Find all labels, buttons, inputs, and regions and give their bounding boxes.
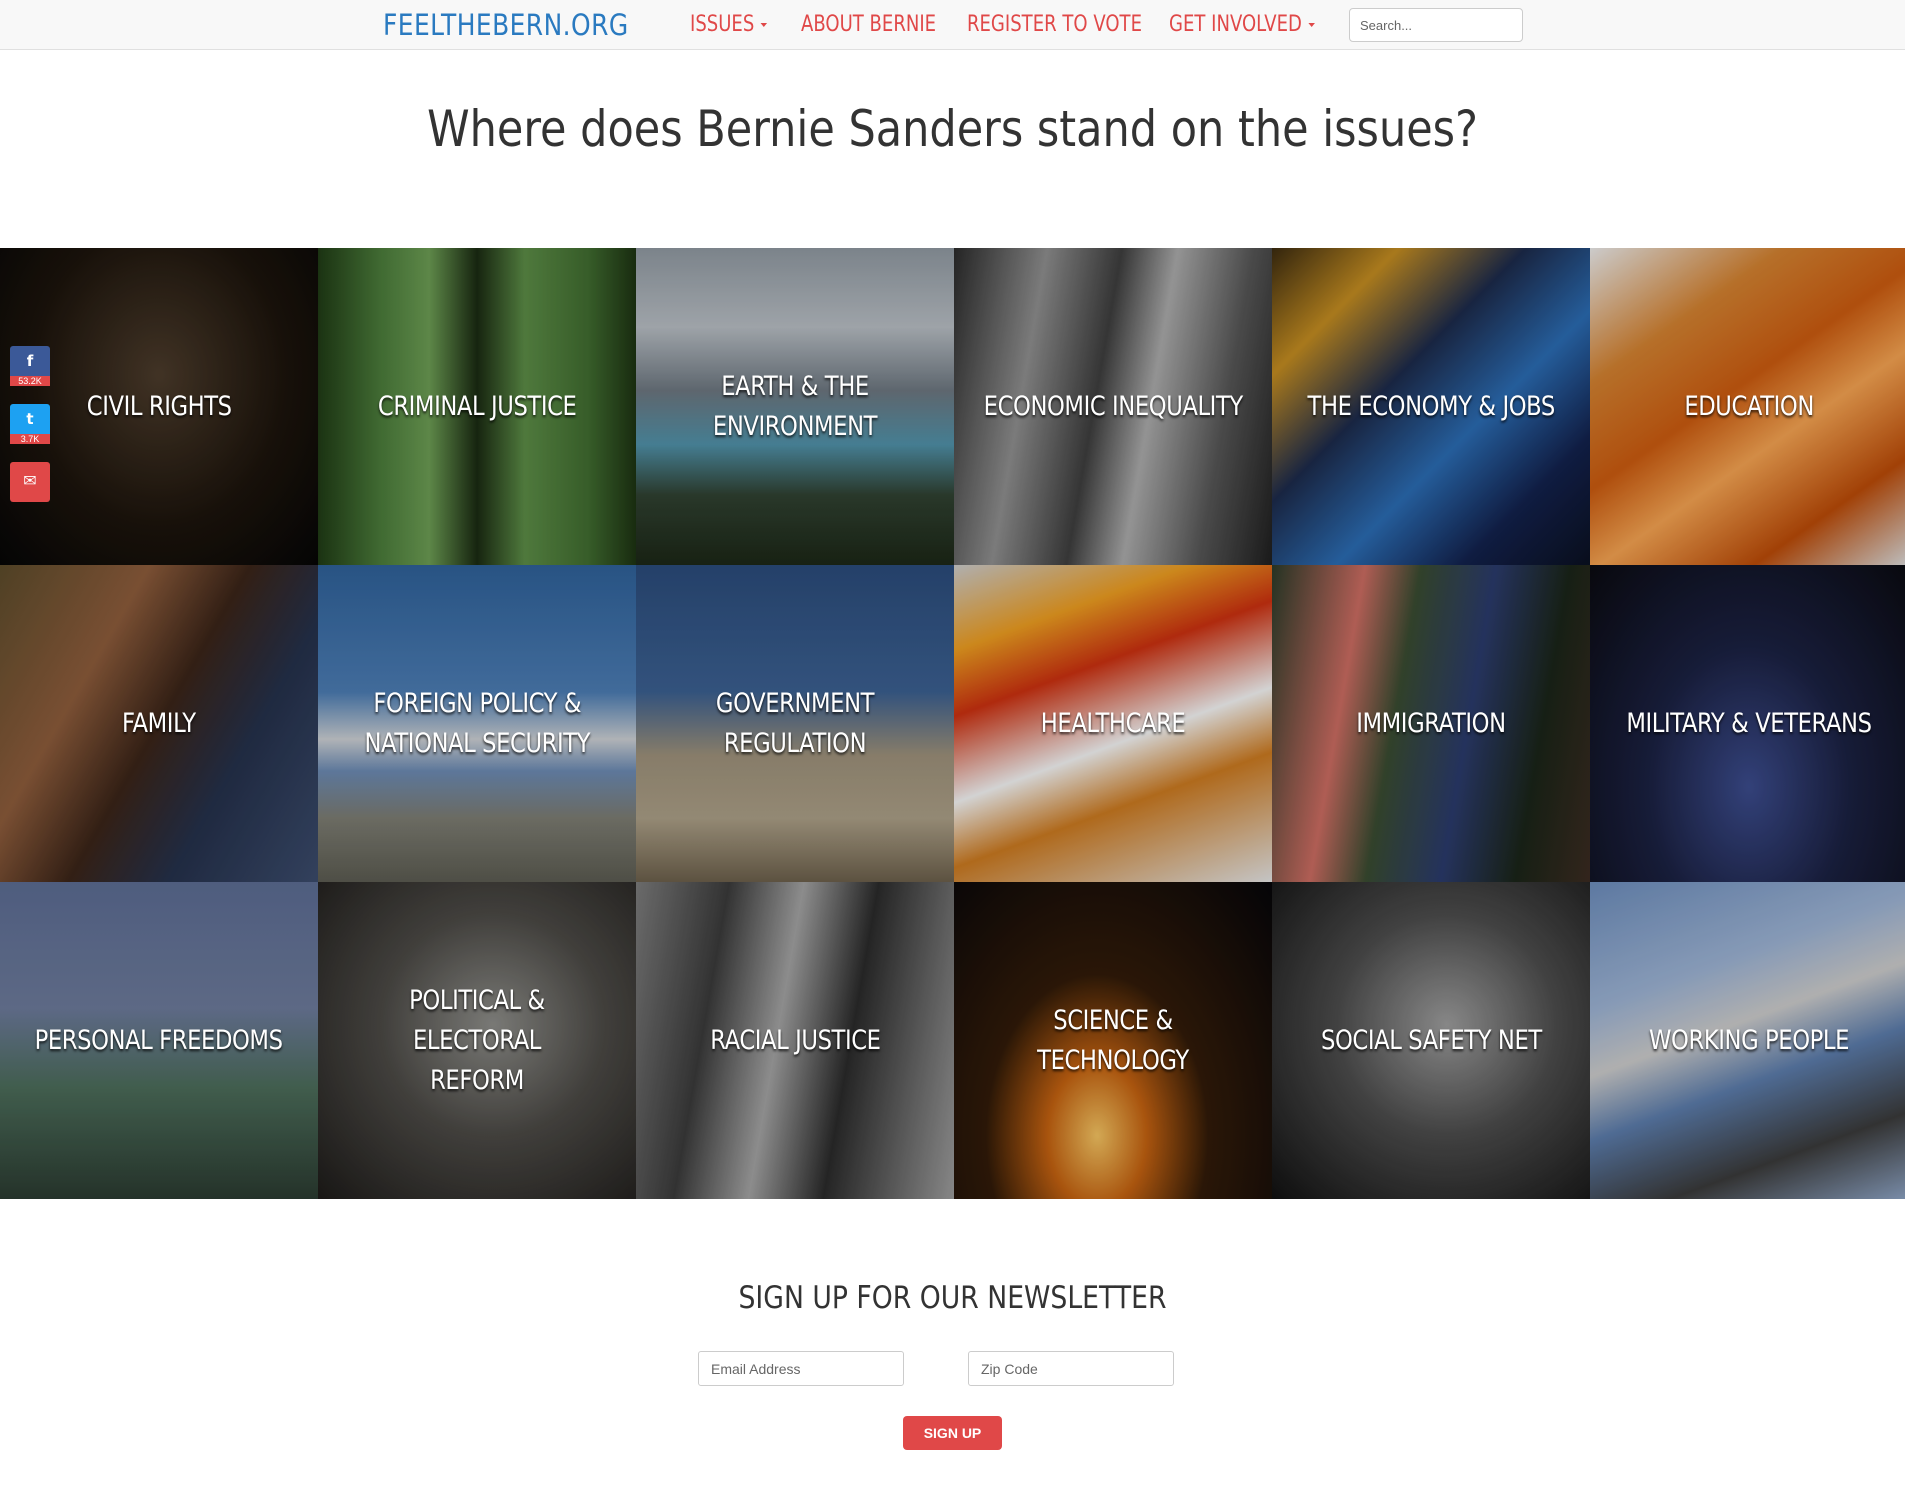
- issue-label: RACIAL JUSTICE: [709, 1024, 881, 1056]
- twitter-icon: t: [26, 410, 34, 428]
- envelope-icon: ✉: [23, 471, 37, 490]
- issue-label: GOVERNMENT REGULATION: [715, 687, 875, 759]
- issue-label: CRIMINAL JUSTICE: [377, 390, 577, 422]
- email-share-button[interactable]: ✉: [10, 462, 50, 502]
- nav-get-involved-label: GET INVOLVED: [1169, 12, 1302, 37]
- facebook-share-count: 53.2K: [10, 376, 50, 386]
- issue-label: EDUCATION: [1684, 390, 1814, 422]
- issue-tile-economic-inequality[interactable]: ECONOMIC INEQUALITY: [954, 248, 1272, 565]
- issue-tile-healthcare[interactable]: HEALTHCARE: [954, 565, 1272, 882]
- issues-grid: CIVIL RIGHTS CRIMINAL JUSTICE EARTH & TH…: [0, 248, 1905, 1199]
- facebook-icon: f: [26, 352, 34, 370]
- issue-label: FOREIGN POLICY & NATIONAL SECURITY: [364, 687, 590, 759]
- issue-label: POLITICAL & ELECTORAL REFORM: [409, 984, 545, 1096]
- nav-issues-dropdown[interactable]: ISSUES: [690, 12, 768, 37]
- issue-tile-government-regulation[interactable]: GOVERNMENT REGULATION: [636, 565, 954, 882]
- top-navbar: FEELTHEBERN.ORG ISSUES ABOUT BERNIE REGI…: [0, 0, 1905, 50]
- issue-label: IMMIGRATION: [1356, 707, 1506, 739]
- issue-tile-military-veterans[interactable]: MILITARY & VETERANS: [1590, 565, 1905, 882]
- caret-down-icon: [760, 23, 768, 27]
- nav-get-involved-dropdown[interactable]: GET INVOLVED: [1169, 12, 1315, 37]
- issue-tile-science-technology[interactable]: SCIENCE & TECHNOLOGY: [954, 882, 1272, 1199]
- issue-tile-foreign-policy[interactable]: FOREIGN POLICY & NATIONAL SECURITY: [318, 565, 636, 882]
- issue-tile-social-safety-net[interactable]: SOCIAL SAFETY NET: [1272, 882, 1590, 1199]
- issue-tile-criminal-justice[interactable]: CRIMINAL JUSTICE: [318, 248, 636, 565]
- issue-tile-education[interactable]: EDUCATION: [1590, 248, 1905, 565]
- sign-up-button[interactable]: SIGN UP: [903, 1416, 1002, 1450]
- nav-issues-label: ISSUES: [690, 12, 755, 37]
- zip-code-field[interactable]: [968, 1351, 1174, 1386]
- issue-tile-immigration[interactable]: IMMIGRATION: [1272, 565, 1590, 882]
- twitter-share-count: 3.7K: [10, 434, 50, 444]
- nav-register-label: REGISTER TO VOTE: [967, 12, 1142, 37]
- newsletter-title: SIGN UP FOR OUR NEWSLETTER: [738, 1280, 1167, 1316]
- issue-label: SOCIAL SAFETY NET: [1320, 1024, 1542, 1056]
- issue-tile-economy-jobs[interactable]: THE ECONOMY & JOBS: [1272, 248, 1590, 565]
- page-title: Where does Bernie Sanders stand on the i…: [427, 100, 1478, 158]
- issue-label: WORKING PEOPLE: [1649, 1024, 1849, 1056]
- issue-tile-personal-freedoms[interactable]: PERSONAL FREEDOMS: [0, 882, 318, 1199]
- issue-label: EARTH & THE ENVIRONMENT: [712, 370, 878, 442]
- nav-about-bernie[interactable]: ABOUT BERNIE: [801, 12, 936, 37]
- issue-tile-political-electoral-reform[interactable]: POLITICAL & ELECTORAL REFORM: [318, 882, 636, 1199]
- twitter-share-button[interactable]: t 3.7K: [10, 404, 50, 444]
- issue-label: THE ECONOMY & JOBS: [1307, 390, 1555, 422]
- caret-down-icon: [1308, 23, 1315, 27]
- issue-tile-family[interactable]: FAMILY: [0, 565, 318, 882]
- search-input[interactable]: [1349, 8, 1523, 42]
- issue-tile-working-people[interactable]: WORKING PEOPLE: [1590, 882, 1905, 1199]
- issue-label: FAMILY: [122, 707, 196, 739]
- issue-label: HEALTHCARE: [1040, 707, 1186, 739]
- issue-label: PERSONAL FREEDOMS: [35, 1024, 283, 1056]
- issue-label: ECONOMIC INEQUALITY: [983, 390, 1243, 422]
- issue-tile-earth-environment[interactable]: EARTH & THE ENVIRONMENT: [636, 248, 954, 565]
- nav-register-to-vote[interactable]: REGISTER TO VOTE: [967, 12, 1142, 37]
- issue-label: SCIENCE & TECHNOLOGY: [1037, 1004, 1189, 1076]
- nav-about-label: ABOUT BERNIE: [801, 12, 937, 37]
- issue-tile-racial-justice[interactable]: RACIAL JUSTICE: [636, 882, 954, 1199]
- email-field[interactable]: [698, 1351, 904, 1386]
- facebook-share-button[interactable]: f 53.2K: [10, 346, 50, 386]
- issue-label: MILITARY & VETERANS: [1626, 707, 1872, 739]
- site-logo-link[interactable]: FEELTHEBERN.ORG: [383, 8, 629, 42]
- issue-label: CIVIL RIGHTS: [86, 390, 232, 422]
